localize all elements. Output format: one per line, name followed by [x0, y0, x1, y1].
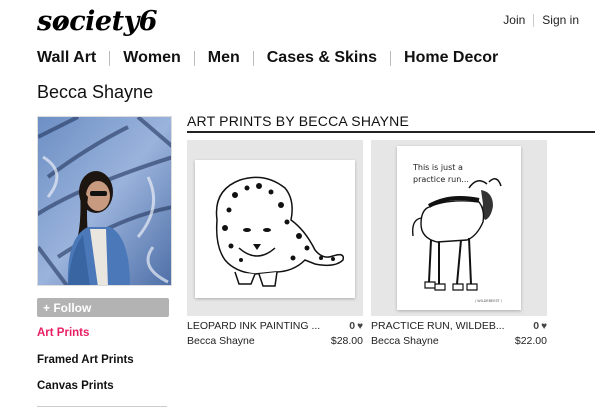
sidebar-divider [37, 405, 167, 407]
sign-in-link[interactable]: Sign in [542, 13, 579, 27]
leopard-artwork [195, 160, 355, 298]
heart-icon[interactable]: ♥ [357, 321, 363, 332]
product-card[interactable]: LEOPARD INK PAINTING ... 0 ♥ Becca Shayne… [187, 140, 363, 347]
artwork-handwriting-1: This is just a [412, 163, 463, 172]
divider [109, 50, 111, 66]
divider [533, 13, 535, 27]
nav-item-cases-skins[interactable]: Cases & Skins [267, 49, 377, 67]
divider [252, 50, 254, 66]
nav-item-wall-art[interactable]: Wall Art [37, 49, 96, 67]
like-count[interactable]: 0 ♥ [349, 320, 363, 332]
likes-value: 0 [533, 320, 540, 332]
join-link[interactable]: Join [503, 13, 525, 27]
logo-text-start: s [37, 6, 52, 37]
product-price: $22.00 [514, 335, 547, 347]
product-type-nav: Art Prints Framed Art Prints Canvas Prin… [37, 326, 167, 407]
artist-name: Becca Shayne [37, 82, 154, 102]
product-thumbnail[interactable] [187, 140, 363, 316]
sidebar-item-art-prints[interactable]: Art Prints [37, 326, 167, 353]
nav-item-men[interactable]: Men [208, 49, 240, 67]
artist-avatar[interactable] [37, 116, 172, 286]
sidebar-item-framed-art-prints[interactable]: Framed Art Prints [37, 353, 167, 380]
section-title: ART PRINTS BY BECCA SHAYNE [187, 113, 410, 129]
nav-item-women[interactable]: Women [123, 49, 180, 67]
product-artist[interactable]: Becca Shayne [187, 335, 255, 347]
nav-item-home-decor[interactable]: Home Decor [404, 49, 498, 67]
product-price: $28.00 [330, 335, 363, 347]
like-count[interactable]: 0 ♥ [533, 320, 547, 332]
wildebeest-artwork: This is just a practice run... / WILDEBE… [397, 146, 521, 310]
main-nav: Wall Art Women Men Cases & Skins Home De… [37, 49, 498, 67]
artwork-caption: / WILDEBEEST / [475, 299, 503, 303]
divider [193, 50, 195, 66]
artwork-handwriting-2: practice run... [413, 175, 469, 184]
sidebar-item-canvas-prints[interactable]: Canvas Prints [37, 379, 167, 406]
section-rule [187, 131, 595, 133]
heart-icon[interactable]: ♥ [541, 321, 547, 332]
product-card[interactable]: This is just a practice run... / WILDEBE… [371, 140, 547, 347]
product-title[interactable]: PRACTICE RUN, WILDEB... [371, 320, 505, 332]
product-title[interactable]: LEOPARD INK PAINTING ... [187, 320, 320, 332]
logo-slashed-o: o [51, 6, 70, 37]
account-links: Join Sign in [503, 13, 579, 27]
divider [390, 50, 392, 66]
likes-value: 0 [349, 320, 356, 332]
follow-button[interactable]: + Follow [37, 298, 169, 317]
product-thumbnail[interactable]: This is just a practice run... / WILDEBE… [371, 140, 547, 316]
product-artist[interactable]: Becca Shayne [371, 335, 439, 347]
society6-logo[interactable]: society6 [37, 6, 158, 37]
logo-text-end: ciety6 [69, 6, 158, 37]
